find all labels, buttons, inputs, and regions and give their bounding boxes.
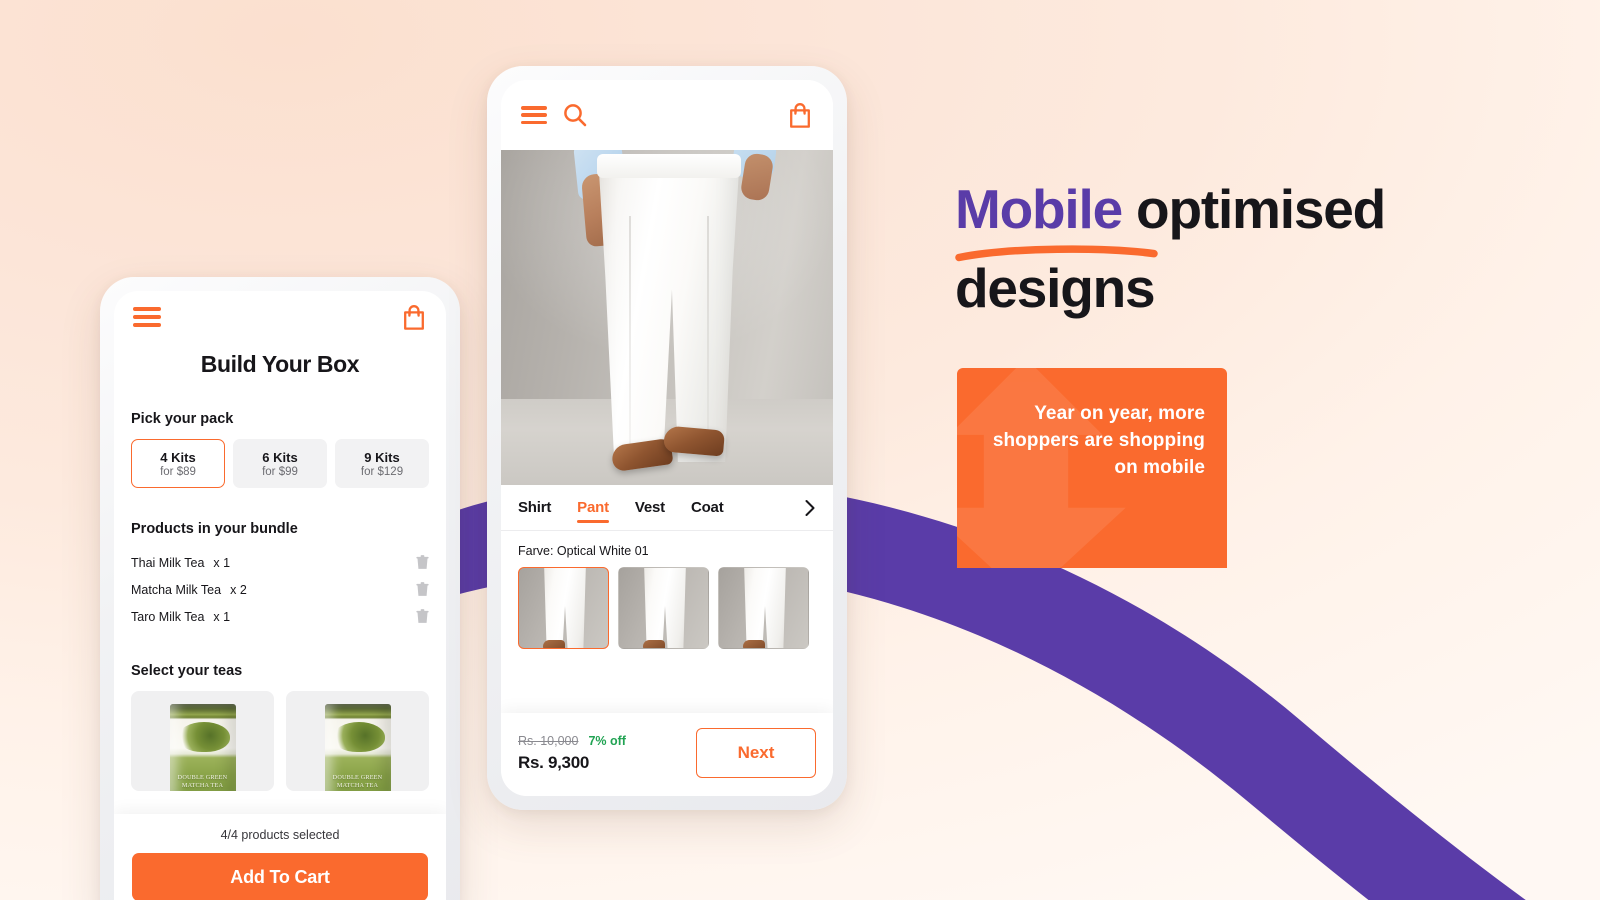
price-top-row: Rs. 10,000 7% off <box>518 734 626 748</box>
pack-option-title: 9 Kits <box>364 449 400 465</box>
bundle-item-qty: x 1 <box>213 609 231 624</box>
phone-left-screen: Build Your Box Pick your pack 4 Kits for… <box>114 291 446 900</box>
headline-accent-word: Mobile <box>955 170 1158 262</box>
bundle-item-name: Matcha Milk Tea x 2 <box>131 583 247 597</box>
topbar-left-group <box>521 102 588 128</box>
stat-card-text: Year on year, more shoppers are shopping… <box>992 403 1205 478</box>
tab-pant[interactable]: Pant <box>577 485 609 531</box>
tea-product-tile[interactable]: DOUBLE GREEN MATCHA TEA <box>131 691 274 791</box>
tea-can-image: DOUBLE GREEN MATCHA TEA <box>169 704 236 791</box>
tea-product-tile[interactable]: DOUBLE GREEN MATCHA TEA <box>286 691 429 791</box>
add-to-cart-button[interactable]: Add To Cart <box>132 853 428 900</box>
add-to-cart-bar: 4/4 products selected Add To Cart <box>114 814 446 900</box>
next-button[interactable]: Next <box>696 728 816 778</box>
list-item: Matcha Milk Tea x 2 <box>131 576 429 603</box>
headline: Mobile optimised designs <box>955 170 1575 328</box>
promo-banner: Year on year, more shoppers are shopping… <box>0 0 1600 900</box>
variant-thumbnail[interactable] <box>618 567 709 649</box>
headline-underline-icon <box>955 245 1158 262</box>
bundle-item-name: Thai Milk Tea x 1 <box>131 556 230 570</box>
chevron-right-icon[interactable] <box>804 499 816 517</box>
tea-can-label: DOUBLE GREEN MATCHA TEA <box>170 774 236 790</box>
headline-line-1: Mobile optimised <box>955 170 1575 262</box>
price-block: Rs. 10,000 7% off Rs. 9,300 <box>518 734 626 773</box>
discount-badge: 7% off <box>588 733 626 748</box>
tea-product-grid: DOUBLE GREEN MATCHA TEA DOUBLE GREEN MAT… <box>131 691 429 791</box>
bundle-item-label: Taro Milk Tea <box>131 609 205 624</box>
pack-option-price: for $99 <box>262 465 298 478</box>
pack-option-title: 4 Kits <box>160 449 196 465</box>
matcha-powder-graphic <box>332 722 385 752</box>
pack-option-price: for $89 <box>160 465 196 478</box>
phone-mockup-product-page: Shirt Pant Vest Coat Farve: Optical Whit… <box>487 66 847 810</box>
category-tabs: Shirt Pant Vest Coat <box>501 485 833 531</box>
phone-left-body: Pick your pack 4 Kits for $89 6 Kits for… <box>114 411 446 791</box>
pack-options: 4 Kits for $89 6 Kits for $99 9 Kits for… <box>131 439 429 488</box>
trash-icon[interactable] <box>416 555 429 570</box>
pack-option-price: for $129 <box>360 465 404 478</box>
bundle-item-qty: x 2 <box>230 582 247 597</box>
pant-waistband-graphic <box>597 154 741 178</box>
shopping-bag-icon[interactable] <box>401 304 427 331</box>
pack-option-4-kits[interactable]: 4 Kits for $89 <box>131 439 225 488</box>
tea-label-line-1: DOUBLE GREEN <box>332 774 383 781</box>
tea-can-label: DOUBLE GREEN MATCHA TEA <box>325 774 391 790</box>
variant-label: Farve: Optical White 01 <box>518 544 649 558</box>
bundle-heading: Products in your bundle <box>131 521 298 537</box>
hamburger-menu-icon[interactable] <box>133 307 161 327</box>
tea-label-line-2: MATCHA TEA <box>336 782 379 789</box>
thumbnail-shoe-graphic <box>643 640 665 648</box>
thumbnail-pant-graphic <box>743 568 787 648</box>
headline-rest-text: optimised <box>1121 178 1386 240</box>
bundle-list: Thai Milk Tea x 1 Matcha Milk Tea x 2 Ta… <box>131 549 429 630</box>
tab-vest[interactable]: Vest <box>635 485 665 531</box>
thumbnail-shoe-graphic <box>743 640 765 648</box>
brown-loafer-graphic <box>662 425 726 457</box>
product-checkout-bar: Rs. 10,000 7% off Rs. 9,300 Next <box>501 713 833 796</box>
select-your-teas-heading: Select your teas <box>131 663 243 679</box>
current-price: Rs. 9,300 <box>518 752 590 772</box>
hamburger-menu-icon[interactable] <box>521 106 547 124</box>
thumbnail-pant-graphic <box>643 568 687 648</box>
tea-label-line-1: DOUBLE GREEN <box>177 774 228 781</box>
variant-thumbnail[interactable] <box>518 567 609 649</box>
trash-icon[interactable] <box>416 582 429 597</box>
trash-icon[interactable] <box>416 609 429 624</box>
pant-crease-graphic <box>629 216 631 456</box>
tab-shirt[interactable]: Shirt <box>518 485 551 531</box>
headline-accent-text: Mobile <box>955 178 1123 240</box>
tea-can-image: DOUBLE GREEN MATCHA TEA <box>324 704 391 791</box>
bundle-item-label: Matcha Milk Tea <box>131 582 222 597</box>
search-icon[interactable] <box>562 102 588 128</box>
phone-center-topbar <box>501 80 833 150</box>
phone-center-screen: Shirt Pant Vest Coat Farve: Optical Whit… <box>501 80 833 796</box>
list-item: Thai Milk Tea x 1 <box>131 549 429 576</box>
page-title: Build Your Box <box>200 351 360 377</box>
original-price: Rs. 10,000 <box>518 733 579 748</box>
tab-coat[interactable]: Coat <box>691 485 724 531</box>
bundle-item-name: Taro Milk Tea x 1 <box>131 610 230 624</box>
shopping-bag-icon[interactable] <box>787 102 813 129</box>
phone-left-topbar <box>114 291 446 343</box>
products-selected-count: 4/4 products selected <box>220 828 340 842</box>
matcha-powder-graphic <box>177 722 230 752</box>
bundle-item-qty: x 1 <box>213 555 231 570</box>
variant-thumbnail[interactable] <box>718 567 809 649</box>
bundle-item-label: Thai Milk Tea <box>131 555 205 570</box>
pack-option-9-kits[interactable]: 9 Kits for $129 <box>335 439 429 488</box>
variant-thumbnail-list <box>501 567 833 649</box>
tea-label-line-2: MATCHA TEA <box>181 782 224 789</box>
stat-card: Year on year, more shoppers are shopping… <box>957 368 1227 568</box>
pack-option-title: 6 Kits <box>262 449 298 465</box>
thumbnail-shoe-graphic <box>543 640 565 648</box>
list-item: Taro Milk Tea x 1 <box>131 603 429 630</box>
pack-option-6-kits[interactable]: 6 Kits for $99 <box>233 439 327 488</box>
thumbnail-pant-graphic <box>543 568 587 648</box>
pick-your-pack-heading: Pick your pack <box>131 411 234 427</box>
phone-mockup-build-your-box: Build Your Box Pick your pack 4 Kits for… <box>100 277 460 900</box>
product-hero-image <box>501 150 833 485</box>
pant-crease-graphic <box>707 216 709 456</box>
